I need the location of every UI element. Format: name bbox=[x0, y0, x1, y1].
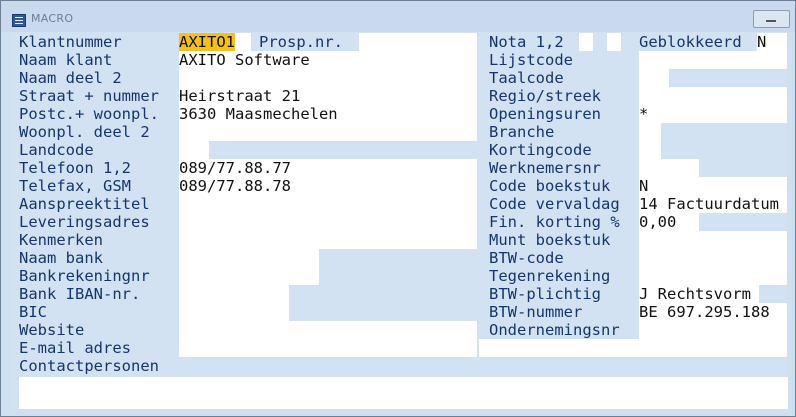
label-code-boekstuk: Code boekstuk bbox=[489, 177, 611, 195]
label-ondernemingsnr: Ondernemingsnr bbox=[489, 321, 620, 339]
label-straat: Straat + nummer bbox=[19, 87, 159, 105]
label-tegenrekening: Tegenrekening bbox=[489, 267, 611, 285]
nota1-field[interactable] bbox=[579, 33, 593, 51]
leveringsadres-field[interactable] bbox=[179, 213, 477, 231]
label-fin-korting: Fin. korting % bbox=[489, 213, 620, 231]
right-blank-field[interactable] bbox=[479, 339, 787, 357]
label-telefoon: Telefoon 1,2 bbox=[19, 159, 131, 177]
macro-window: MACRO Klantnummer Naam klant Naam deel 2… bbox=[0, 0, 796, 417]
minimize-button[interactable] bbox=[753, 10, 790, 28]
postcode-value[interactable]: 3630 Maasmechelen bbox=[179, 105, 338, 123]
label-postcode: Postc.+ woonpl. bbox=[19, 105, 159, 123]
label-regio: Regio/streek bbox=[489, 87, 601, 105]
label-taalcode: Taalcode bbox=[489, 69, 564, 87]
bankrekeningnr-field[interactable] bbox=[179, 267, 319, 285]
prosp-field[interactable] bbox=[359, 33, 477, 51]
geblokkeerd-value[interactable]: N bbox=[757, 33, 766, 51]
naam-deel2-field[interactable] bbox=[179, 69, 477, 87]
email-field[interactable] bbox=[179, 339, 477, 357]
code-vervaldag-value[interactable]: 14 Factuurdatum bbox=[639, 195, 779, 213]
munt-boekstuk-field[interactable] bbox=[639, 231, 787, 249]
naam-bank-field[interactable] bbox=[179, 249, 319, 267]
fin-korting-value[interactable]: 0,00 bbox=[639, 213, 676, 231]
label-klantnummer: Klantnummer bbox=[19, 33, 122, 51]
app-icon bbox=[12, 14, 26, 27]
label-aanspreektitel: Aanspreektitel bbox=[19, 195, 150, 213]
code-boekstuk-field[interactable] bbox=[639, 177, 787, 195]
branche-field[interactable] bbox=[639, 123, 661, 141]
label-naam-bank: Naam bank bbox=[19, 249, 103, 267]
label-kenmerken: Kenmerken bbox=[19, 231, 103, 249]
label-branche: Branche bbox=[489, 123, 555, 141]
label-geblokkeerd: Geblokkeerd bbox=[639, 33, 742, 51]
label-website: Website bbox=[19, 321, 85, 339]
openingsuren-value[interactable]: * bbox=[639, 105, 648, 123]
label-landcode: Landcode bbox=[19, 141, 94, 159]
lijstcode-field[interactable] bbox=[639, 51, 787, 69]
window-title: MACRO bbox=[31, 12, 74, 25]
naam-klant-value[interactable]: AXITO Software bbox=[179, 51, 310, 69]
label-leveringsadres: Leveringsadres bbox=[19, 213, 150, 231]
label-telefax: Telefax, GSM bbox=[19, 177, 131, 195]
nota2-field[interactable] bbox=[607, 33, 621, 51]
btw-code-field[interactable] bbox=[639, 249, 787, 267]
aanspreektitel-field[interactable] bbox=[179, 195, 477, 213]
klantnummer-value[interactable]: AXITO1 bbox=[179, 33, 235, 51]
straat-value[interactable]: Heirstraat 21 bbox=[179, 87, 300, 105]
taalcode-field[interactable] bbox=[639, 69, 669, 87]
bic-field[interactable] bbox=[179, 303, 289, 321]
iban-field[interactable] bbox=[179, 285, 289, 303]
werknemersnr-field[interactable] bbox=[639, 159, 699, 177]
kenmerken-field[interactable] bbox=[179, 231, 477, 249]
label-werknemersnr: Werknemersnr bbox=[489, 159, 601, 177]
ondernemingsnr-field[interactable] bbox=[639, 321, 787, 339]
status-area bbox=[19, 377, 788, 409]
kortingcode-field[interactable] bbox=[639, 141, 661, 159]
title-bar: MACRO bbox=[1, 1, 795, 32]
label-btw-nummer: BTW-nummer bbox=[489, 303, 583, 321]
label-bankrekeningnr: Bankrekeningnr bbox=[19, 267, 150, 285]
code-boekstuk-value[interactable]: N bbox=[639, 177, 648, 195]
regio-field[interactable] bbox=[639, 87, 787, 105]
btw-plichtig-value[interactable]: J Rechtsvorm bbox=[639, 285, 751, 303]
label-nota: Nota 1,2 bbox=[489, 33, 564, 51]
tegenrekening-field[interactable] bbox=[639, 267, 787, 285]
btw-nummer-value[interactable]: BE 697.295.188 bbox=[639, 303, 770, 321]
label-kortingcode: Kortingcode bbox=[489, 141, 592, 159]
label-openingsuren: Openingsuren bbox=[489, 105, 601, 123]
woonpl-deel2-field[interactable] bbox=[179, 123, 477, 141]
openingsuren-field[interactable] bbox=[639, 105, 787, 123]
label-naam-klant: Naam klant bbox=[19, 51, 113, 69]
telefoon-value[interactable]: 089/77.88.77 bbox=[179, 159, 291, 177]
label-munt-boekstuk: Munt boekstuk bbox=[489, 231, 611, 249]
label-woonpl-deel2: Woonpl. deel 2 bbox=[19, 123, 150, 141]
label-naam-deel2: Naam deel 2 bbox=[19, 69, 122, 87]
label-iban: Bank IBAN-nr. bbox=[19, 285, 141, 303]
label-btw-plichtig: BTW-plichtig bbox=[489, 285, 601, 303]
label-lijstcode: Lijstcode bbox=[489, 51, 573, 69]
label-prosp: Prosp.nr. bbox=[259, 33, 343, 51]
label-email: E-mail adres bbox=[19, 339, 131, 357]
label-bic: BIC bbox=[19, 303, 47, 321]
landcode-field[interactable] bbox=[179, 141, 209, 159]
label-code-vervaldag: Code vervaldag bbox=[489, 195, 620, 213]
label-btw-code: BTW-code bbox=[489, 249, 564, 267]
label-contactpersonen: Contactpersonen bbox=[19, 357, 159, 375]
telefax-value[interactable]: 089/77.88.78 bbox=[179, 177, 291, 195]
website-field[interactable] bbox=[179, 321, 477, 339]
